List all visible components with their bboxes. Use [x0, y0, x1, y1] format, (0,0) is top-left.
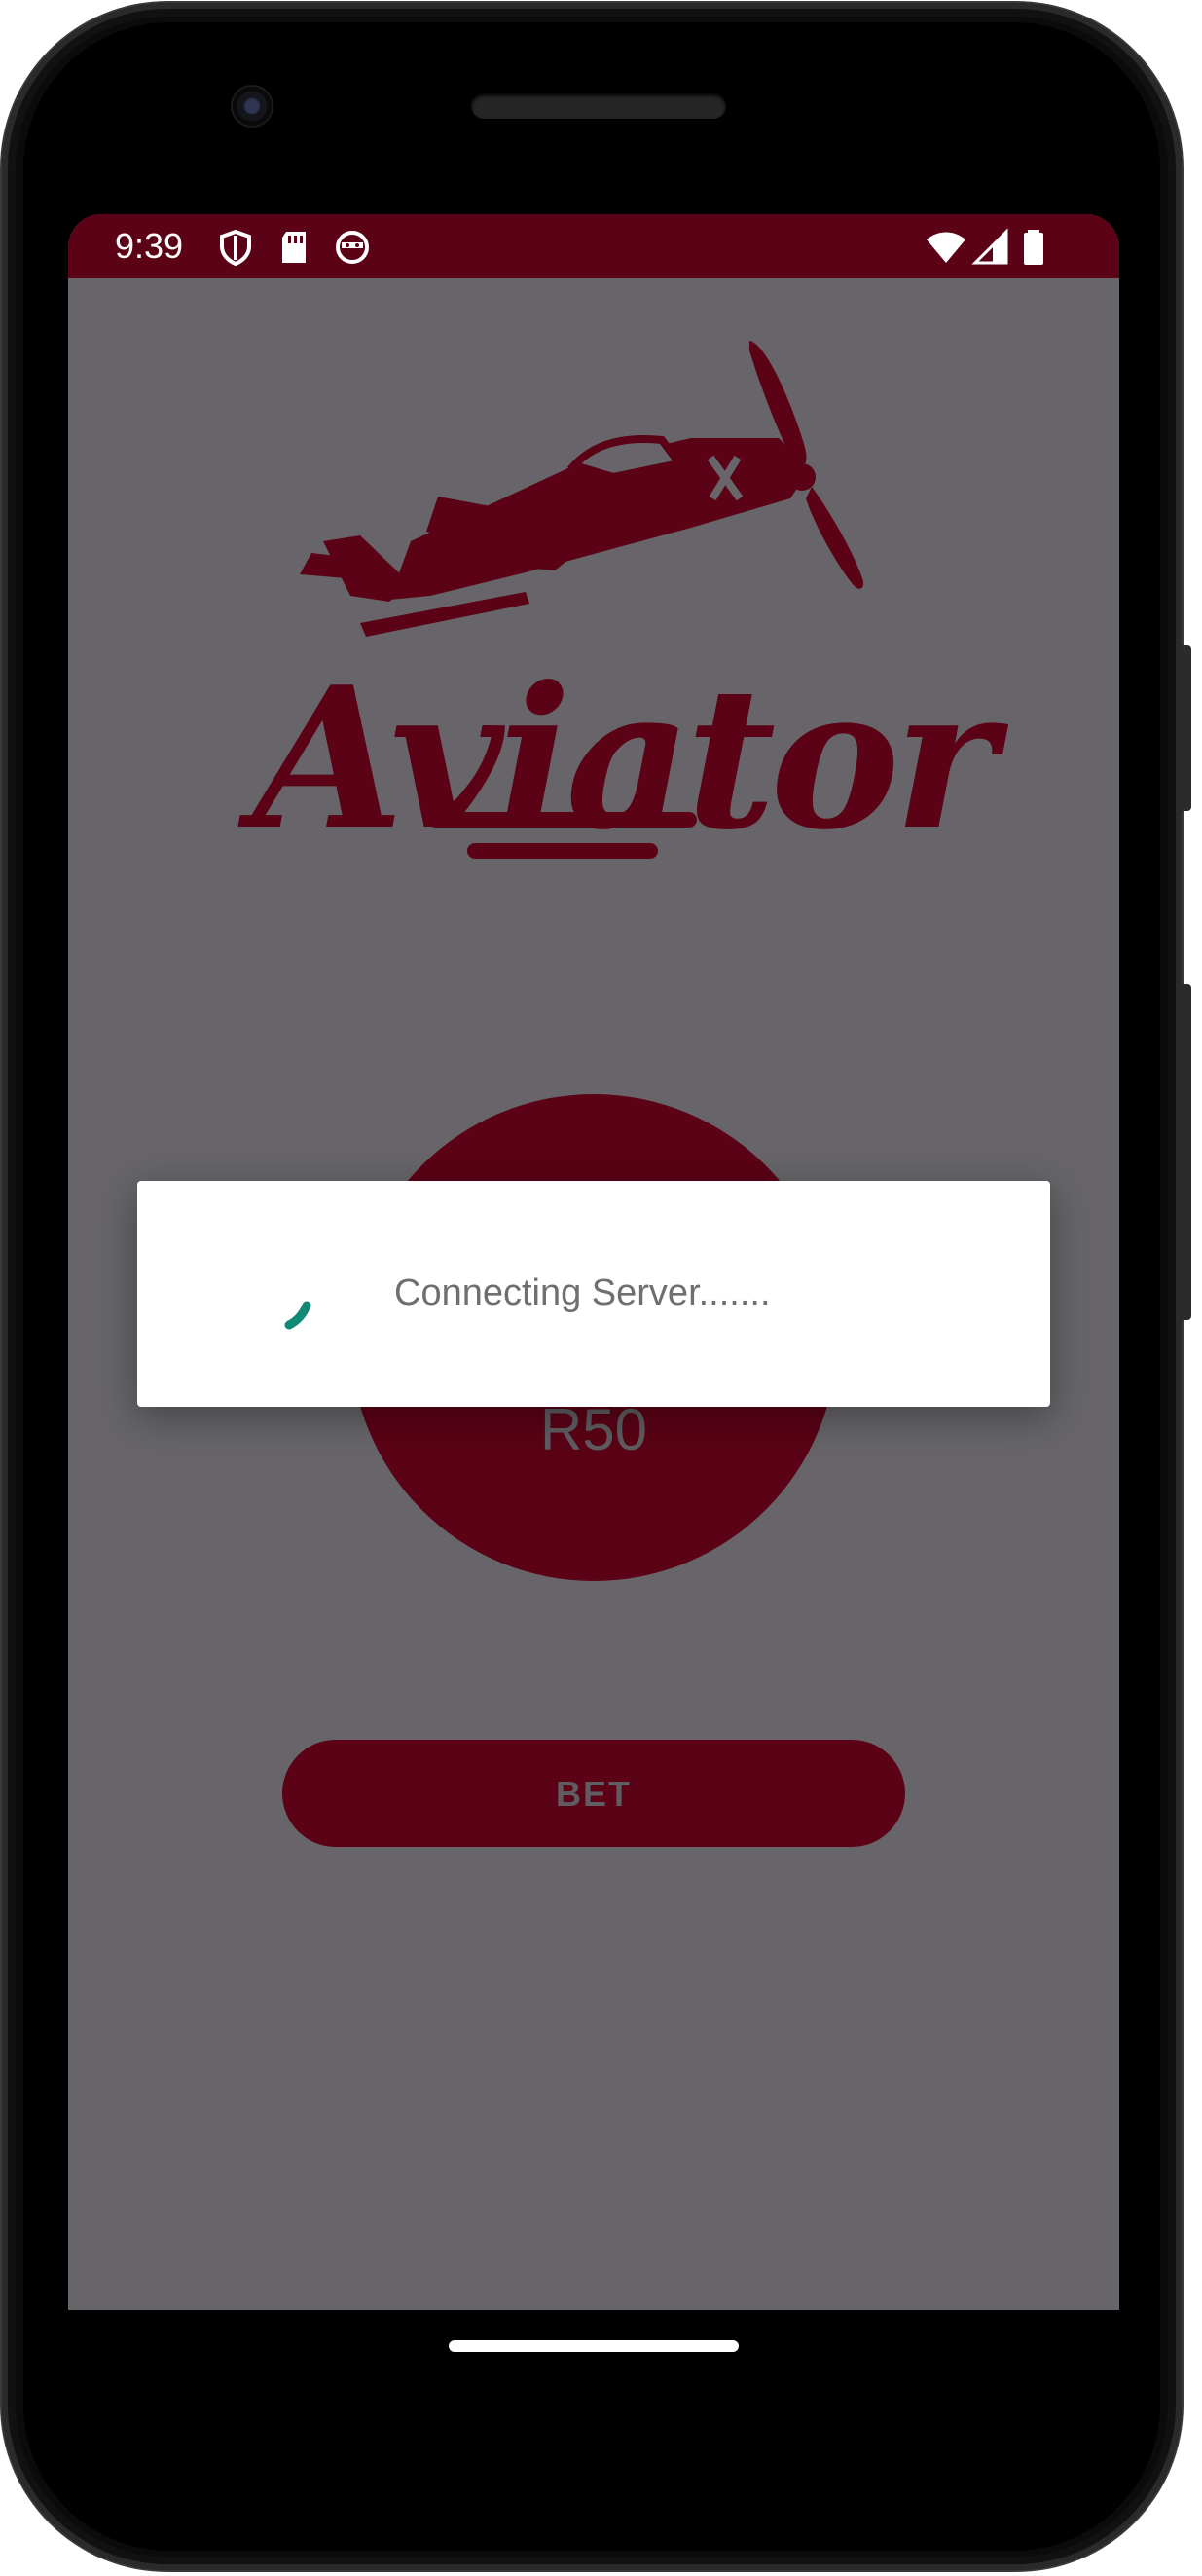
front-camera [233, 87, 272, 126]
volume-button [1182, 645, 1191, 811]
loading-spinner-icon [284, 1301, 311, 1330]
aviator-logo [300, 341, 864, 859]
app-screen: 9:39 Aviator R50 BET Connecting Server..… [68, 214, 1119, 2310]
dialog-message: Connecting Server....... [394, 1272, 771, 1313]
navigation-area [68, 2310, 1119, 2485]
home-indicator[interactable] [449, 2340, 739, 2352]
bet-button[interactable]: BET [282, 1740, 905, 1847]
aviator-logo-text: Aviator [253, 644, 997, 873]
earpiece-speaker [471, 93, 726, 119]
connecting-dialog: Connecting Server....... [137, 1181, 1050, 1407]
power-button [1182, 984, 1191, 1320]
